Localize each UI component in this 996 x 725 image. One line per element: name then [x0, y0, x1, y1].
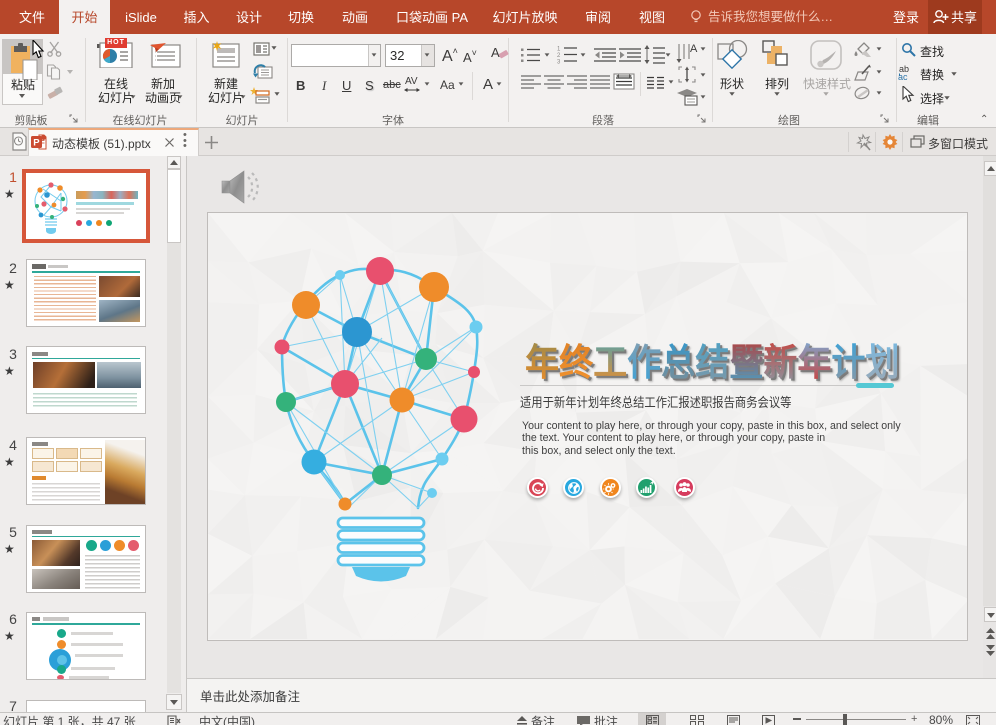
- svg-text:P: P: [33, 138, 40, 149]
- svg-text:1: 1: [557, 47, 561, 53]
- svg-text:3: 3: [557, 60, 561, 65]
- svg-text:2: 2: [557, 53, 561, 59]
- svg-text:ac: ac: [898, 72, 908, 81]
- svg-text:A: A: [690, 43, 698, 55]
- svg-text:A: A: [491, 45, 500, 60]
